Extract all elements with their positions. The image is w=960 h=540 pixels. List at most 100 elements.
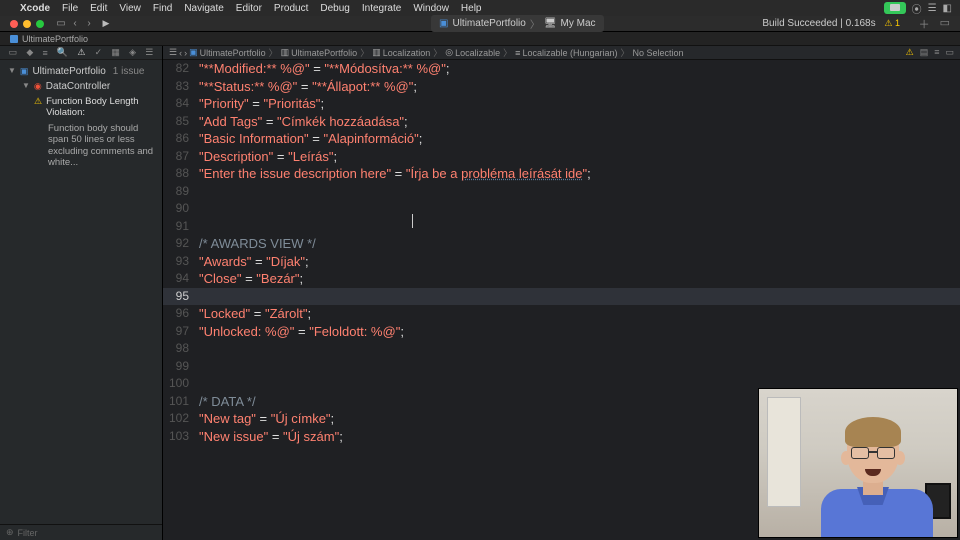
issue-tree: ▼ ▣ UltimatePortfolio 1 issue ▼ ◉ DataCo… bbox=[0, 60, 162, 524]
issue-body: Function body should span 50 lines or le… bbox=[34, 123, 156, 169]
menu-integrate[interactable]: Integrate bbox=[362, 3, 401, 14]
source-control-navigator-icon[interactable]: ◆ bbox=[26, 47, 33, 58]
crumb-project[interactable]: ▣ UltimatePortfolio bbox=[189, 47, 266, 58]
zoom-window-button[interactable] bbox=[36, 20, 44, 28]
close-window-button[interactable] bbox=[10, 20, 18, 28]
nav-forward-icon[interactable]: › bbox=[184, 48, 187, 58]
scheme-selector[interactable]: ▣ UltimatePortfolio 〉 🖥 My Mac bbox=[431, 15, 604, 32]
nav-forward-icon[interactable]: › bbox=[82, 18, 96, 29]
crumb-file[interactable]: ≡ Localizable (Hungarian) bbox=[515, 48, 617, 58]
code-line[interactable]: 85"Add Tags" = "Címkék hozzáadása"; bbox=[163, 113, 960, 131]
menu-navigate[interactable]: Navigate bbox=[184, 3, 223, 14]
code-line[interactable]: 89 bbox=[163, 183, 960, 201]
xcode-toolbar: ▭ ‹ › ▶ ▣ UltimatePortfolio 〉 🖥 My Mac B… bbox=[0, 16, 960, 32]
run-button[interactable]: ▶ bbox=[96, 18, 116, 29]
disclosure-icon[interactable]: ▼ bbox=[22, 81, 30, 90]
line-number: 82 bbox=[163, 60, 199, 78]
menu-product[interactable]: Product bbox=[274, 3, 308, 14]
navigator-sidebar: ▭ ◆ ≡ 🔍 ⚠︎ ✓ ▦ ◈ ☰ ▼ ▣ UltimatePortfolio… bbox=[0, 46, 163, 540]
issue-navigator-icon[interactable]: ⚠︎ bbox=[77, 47, 85, 58]
project-navigator-icon[interactable]: ▭ bbox=[9, 47, 18, 58]
line-number: 98 bbox=[163, 340, 199, 358]
warning-icon: ⚠︎ bbox=[34, 96, 42, 119]
line-number: 88 bbox=[163, 165, 199, 183]
navigator-filter[interactable]: ⊕ Filter bbox=[0, 524, 162, 540]
code-line[interactable]: 87"Description" = "Leírás"; bbox=[163, 148, 960, 166]
code-text: /* AWARDS VIEW */ bbox=[199, 235, 960, 253]
line-number: 85 bbox=[163, 113, 199, 131]
editor-options-icon[interactable]: ≡ bbox=[934, 47, 939, 58]
code-line[interactable]: 98 bbox=[163, 340, 960, 358]
code-line[interactable]: 99 bbox=[163, 358, 960, 376]
code-line[interactable]: 84"Priority" = "Prioritás"; bbox=[163, 95, 960, 113]
menu-find[interactable]: Find bbox=[153, 3, 172, 14]
adjust-editor-icon[interactable]: ▭ bbox=[945, 47, 954, 58]
code-line[interactable]: 93"Awards" = "Díjak"; bbox=[163, 253, 960, 271]
line-number: 87 bbox=[163, 148, 199, 166]
find-navigator-icon[interactable]: 🔍 bbox=[57, 47, 68, 58]
issue-file-row[interactable]: ▼ ◉ DataController bbox=[0, 79, 162, 94]
test-navigator-icon[interactable]: ✓ bbox=[95, 47, 103, 58]
menu-extra-icon[interactable]: ☰ bbox=[928, 3, 937, 14]
add-icon[interactable]: ＋ bbox=[919, 16, 930, 32]
code-line[interactable]: 82"**Modified:** %@" = "**Módosítva:** %… bbox=[163, 60, 960, 78]
minimap-icon[interactable]: ▤ bbox=[920, 47, 929, 58]
menu-help[interactable]: Help bbox=[461, 3, 482, 14]
issue-row[interactable]: ⚠︎ Function Body Length Violation: Funct… bbox=[0, 94, 162, 170]
menu-edit[interactable]: Edit bbox=[90, 3, 107, 14]
line-number: 101 bbox=[163, 393, 199, 411]
code-line[interactable]: 86"Basic Information" = "Alapinformáció"… bbox=[163, 130, 960, 148]
menu-editor[interactable]: Editor bbox=[236, 3, 262, 14]
nav-back-icon[interactable]: ‹ bbox=[179, 48, 182, 58]
screen-record-indicator[interactable] bbox=[884, 2, 906, 14]
menu-xcode[interactable]: Xcode bbox=[20, 3, 50, 14]
code-line[interactable]: 97"Unlocked: %@" = "Feloldott: %@"; bbox=[163, 323, 960, 341]
jump-bar[interactable]: ☰ ‹ › ▣ UltimatePortfolio 〉 ▥ UltimatePo… bbox=[163, 46, 960, 60]
code-line[interactable]: 96"Locked" = "Zárolt"; bbox=[163, 305, 960, 323]
crumb-folder[interactable]: ▥ UltimatePortfolio bbox=[281, 47, 358, 58]
editor-tab[interactable]: UltimatePortfolio bbox=[0, 34, 98, 44]
code-line[interactable]: 94"Close" = "Bezár"; bbox=[163, 270, 960, 288]
line-number: 94 bbox=[163, 270, 199, 288]
crumb-selection[interactable]: No Selection bbox=[633, 48, 684, 58]
code-line[interactable]: 90 bbox=[163, 200, 960, 218]
disclosure-icon[interactable]: ▼ bbox=[8, 66, 16, 75]
control-center-icon[interactable]: ◧ bbox=[943, 3, 952, 14]
related-items-icon[interactable]: ☰ bbox=[169, 47, 177, 58]
warning-badge[interactable]: ⚠︎ 1 bbox=[884, 18, 900, 28]
line-number: 95 bbox=[163, 288, 199, 306]
symbol-navigator-icon[interactable]: ≡ bbox=[42, 48, 47, 58]
breakpoint-navigator-icon[interactable]: ◈ bbox=[129, 47, 136, 58]
code-line[interactable]: 95 bbox=[163, 288, 960, 306]
debug-navigator-icon[interactable]: ▦ bbox=[111, 47, 120, 58]
library-icon[interactable]: ▭ bbox=[940, 16, 950, 32]
code-line[interactable]: 92/* AWARDS VIEW */ bbox=[163, 235, 960, 253]
code-text bbox=[199, 200, 960, 218]
line-number: 91 bbox=[163, 218, 199, 236]
crumb-folder[interactable]: ▥ Localization bbox=[372, 47, 430, 58]
minimize-window-button[interactable] bbox=[23, 20, 31, 28]
issue-project-row[interactable]: ▼ ▣ UltimatePortfolio 1 issue bbox=[0, 64, 162, 79]
code-text: "**Modified:** %@" = "**Módosítva:** %@"… bbox=[199, 60, 960, 78]
code-text: "**Status:** %@" = "**Állapot:** %@"; bbox=[199, 78, 960, 96]
code-text bbox=[199, 358, 960, 376]
toggle-navigator-icon[interactable]: ▭ bbox=[54, 18, 68, 29]
menu-file[interactable]: File bbox=[62, 3, 78, 14]
menu-window[interactable]: Window bbox=[413, 3, 449, 14]
issue-count: 1 issue bbox=[113, 66, 145, 77]
menu-debug[interactable]: Debug bbox=[320, 3, 349, 14]
line-number: 103 bbox=[163, 428, 199, 446]
code-line[interactable]: 83"**Status:** %@" = "**Állapot:** %@"; bbox=[163, 78, 960, 96]
code-line[interactable]: 88"Enter the issue description here" = "… bbox=[163, 165, 960, 183]
nav-back-icon[interactable]: ‹ bbox=[68, 18, 82, 29]
macos-menubar: Xcode File Edit View Find Navigate Edito… bbox=[0, 0, 960, 16]
line-number: 86 bbox=[163, 130, 199, 148]
crumb-file[interactable]: ◎ Localizable bbox=[445, 47, 500, 58]
line-number: 99 bbox=[163, 358, 199, 376]
report-navigator-icon[interactable]: ☰ bbox=[145, 47, 153, 58]
code-line[interactable]: 91 bbox=[163, 218, 960, 236]
filter-placeholder: Filter bbox=[18, 528, 38, 538]
menu-extra-icon[interactable]: ⦿ bbox=[912, 1, 922, 16]
menu-view[interactable]: View bbox=[119, 3, 141, 14]
warning-indicator-icon[interactable]: ⚠︎ bbox=[906, 47, 914, 58]
